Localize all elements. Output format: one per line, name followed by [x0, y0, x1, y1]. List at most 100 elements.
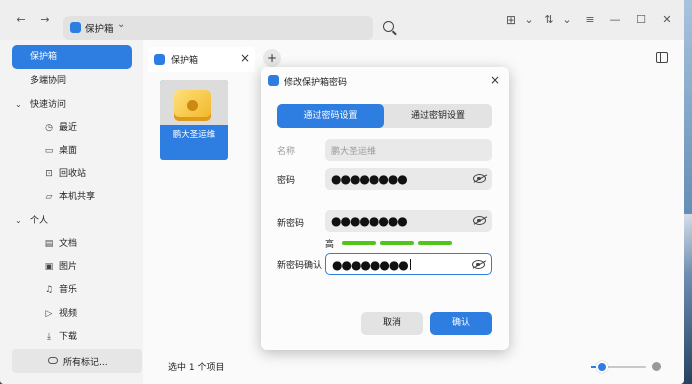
change-password-dialog: 修改保护箱密码 × 通过密码设置 通过密钥设置 名称 鹏大圣运维 密码 ●●●●…: [261, 67, 509, 350]
eye-off-icon[interactable]: [472, 260, 485, 269]
title-bar: ← → 保护箱 ⌄ ⊞ ⌄ ⇅ ⌄ ≡ — ☐ ✕: [0, 0, 684, 40]
music-icon: ♫: [44, 285, 54, 295]
sidebar-item-videos[interactable]: ▷ 视频: [12, 302, 132, 326]
file-manager-window: ← → 保护箱 ⌄ ⊞ ⌄ ⇅ ⌄ ≡ — ☐ ✕ 保护箱 多端协同 ⌄ 快速访…: [0, 0, 684, 384]
sort-chevron-icon[interactable]: ⌄: [560, 13, 574, 27]
image-icon: ▣: [44, 262, 54, 272]
sort-icon[interactable]: ⇅: [542, 13, 556, 27]
video-icon: ▷: [45, 309, 53, 319]
close-icon[interactable]: ×: [490, 73, 500, 87]
desktop-icon: ▭: [44, 146, 54, 156]
tab-vault[interactable]: 保护箱 ×: [148, 47, 255, 72]
text-caret: [409, 259, 411, 270]
password-value: ●●●●●●●●: [331, 172, 408, 186]
document-icon: ▤: [44, 239, 54, 249]
zoom-slider[interactable]: [591, 361, 646, 373]
segment-by-password[interactable]: 通过密码设置: [277, 104, 384, 128]
close-icon[interactable]: ✕: [660, 13, 674, 27]
strength-bar: [380, 241, 414, 245]
sidebar-item-local-share[interactable]: ▱ 本机共享: [12, 185, 132, 209]
back-arrow-icon[interactable]: ←: [14, 13, 28, 27]
maximize-icon[interactable]: ☐: [634, 13, 648, 27]
sidebar-item-label: 本机共享: [59, 192, 96, 202]
sidebar-item-label: 桌面: [59, 146, 78, 156]
zoom-max-icon: [652, 362, 661, 371]
sidebar-item-vault[interactable]: 保护箱: [12, 45, 132, 69]
sidebar-item-desktop[interactable]: ▭ 桌面: [12, 139, 132, 163]
breadcrumb[interactable]: 保护箱 ⌄: [63, 16, 373, 40]
forward-arrow-icon[interactable]: →: [38, 13, 52, 27]
view-chevron-icon[interactable]: ⌄: [522, 13, 536, 27]
sidebar-section-quick-access[interactable]: ⌄ 快速访问: [12, 93, 132, 117]
confirm-password-value: ●●●●●●●●: [332, 259, 411, 271]
sidebar-item-label: 下载: [59, 332, 78, 342]
tab-label: 保护箱: [171, 56, 199, 66]
clock-icon: ◷: [45, 123, 53, 133]
sidebar-item-collaboration[interactable]: 多端协同: [12, 69, 132, 93]
new-password-value: ●●●●●●●●: [331, 214, 408, 228]
new-password-field[interactable]: ●●●●●●●●: [325, 210, 492, 232]
password-field[interactable]: ●●●●●●●●: [325, 168, 492, 190]
sidebar-item-label: 最近: [59, 123, 78, 133]
segment-by-key[interactable]: 通过密钥设置: [384, 104, 492, 128]
sidebar-item-label: 保护箱: [30, 52, 58, 62]
download-icon: ⤓: [47, 332, 51, 342]
sidebar-item-label: 所有标记...: [63, 358, 108, 368]
sidebar-item-label: 视频: [59, 309, 78, 319]
method-segmented-control: 通过密码设置 通过密钥设置: [277, 104, 492, 128]
trash-icon: ⊡: [45, 169, 53, 179]
sidebar-section-label: 快速访问: [30, 100, 67, 110]
breadcrumb-location: 保护箱: [85, 24, 114, 35]
confirm-password-label: 新密码确认: [277, 261, 323, 271]
side-panel-icon[interactable]: [656, 52, 668, 63]
sidebar-section-label: 个人: [30, 216, 49, 226]
eye-off-icon[interactable]: [473, 216, 486, 225]
confirm-password-field[interactable]: ●●●●●●●●: [325, 253, 492, 275]
sidebar-item-label: 音乐: [59, 285, 78, 295]
sidebar-item-label: 多端协同: [30, 76, 67, 86]
file-name: 鹏大圣运维: [172, 130, 216, 140]
cancel-button[interactable]: 取消: [361, 312, 423, 335]
chevron-down-icon[interactable]: ⌄: [117, 19, 125, 30]
sidebar: 保护箱 多端协同 ⌄ 快速访问 ◷ 最近 ▭ 桌面 ⊡ 回收站 ▱ 本机共享 ⌄…: [0, 40, 142, 384]
sidebar-item-downloads[interactable]: ⤓ 下载: [12, 325, 132, 349]
confirm-button[interactable]: 确认: [430, 312, 492, 335]
sidebar-section-personal[interactable]: ⌄ 个人: [12, 209, 132, 233]
file-tile[interactable]: 鹏大圣运维: [160, 80, 228, 160]
vault-icon: [268, 75, 279, 86]
eye-off-icon[interactable]: [473, 174, 486, 183]
add-tab-button[interactable]: +: [263, 49, 281, 67]
sidebar-item-all-tags[interactable]: 所有标记...: [12, 349, 142, 373]
vault-icon: [70, 22, 81, 33]
sidebar-item-pictures[interactable]: ▣ 图片: [12, 255, 132, 279]
sidebar-item-label: 图片: [59, 262, 78, 272]
chevron-down-icon[interactable]: ⌄: [15, 93, 22, 117]
sidebar-item-label: 回收站: [59, 169, 87, 179]
strength-bar: [418, 241, 452, 245]
name-label: 名称: [277, 147, 296, 157]
safe-icon: [174, 90, 211, 121]
search-icon[interactable]: [383, 21, 394, 32]
folder-icon: ▱: [45, 192, 53, 202]
new-password-label: 新密码: [277, 219, 305, 229]
chevron-down-icon[interactable]: ⌄: [15, 209, 22, 233]
dialog-title: 修改保护箱密码: [284, 78, 348, 88]
minimize-icon[interactable]: —: [608, 13, 622, 27]
sidebar-item-documents[interactable]: ▤ 文档: [12, 232, 132, 256]
confirm-password-text: ●●●●●●●●: [332, 258, 409, 272]
sidebar-item-music[interactable]: ♫ 音乐: [12, 278, 132, 302]
name-value: 鹏大圣运维: [331, 147, 377, 157]
name-field: 鹏大圣运维: [325, 139, 492, 161]
sidebar-item-label: 文档: [59, 239, 78, 249]
grid-view-icon[interactable]: ⊞: [504, 13, 518, 27]
sidebar-item-trash[interactable]: ⊡ 回收站: [12, 162, 132, 186]
zoom-slider-handle[interactable]: [596, 361, 608, 373]
close-tab-icon[interactable]: ×: [240, 51, 250, 65]
tag-icon: [48, 357, 58, 364]
file-thumbnail: [160, 80, 228, 125]
menu-icon[interactable]: ≡: [583, 13, 597, 27]
vault-icon: [154, 54, 165, 65]
password-label: 密码: [277, 176, 296, 186]
status-text: 选中 1 个项目: [168, 363, 225, 373]
sidebar-item-recent[interactable]: ◷ 最近: [12, 116, 132, 140]
